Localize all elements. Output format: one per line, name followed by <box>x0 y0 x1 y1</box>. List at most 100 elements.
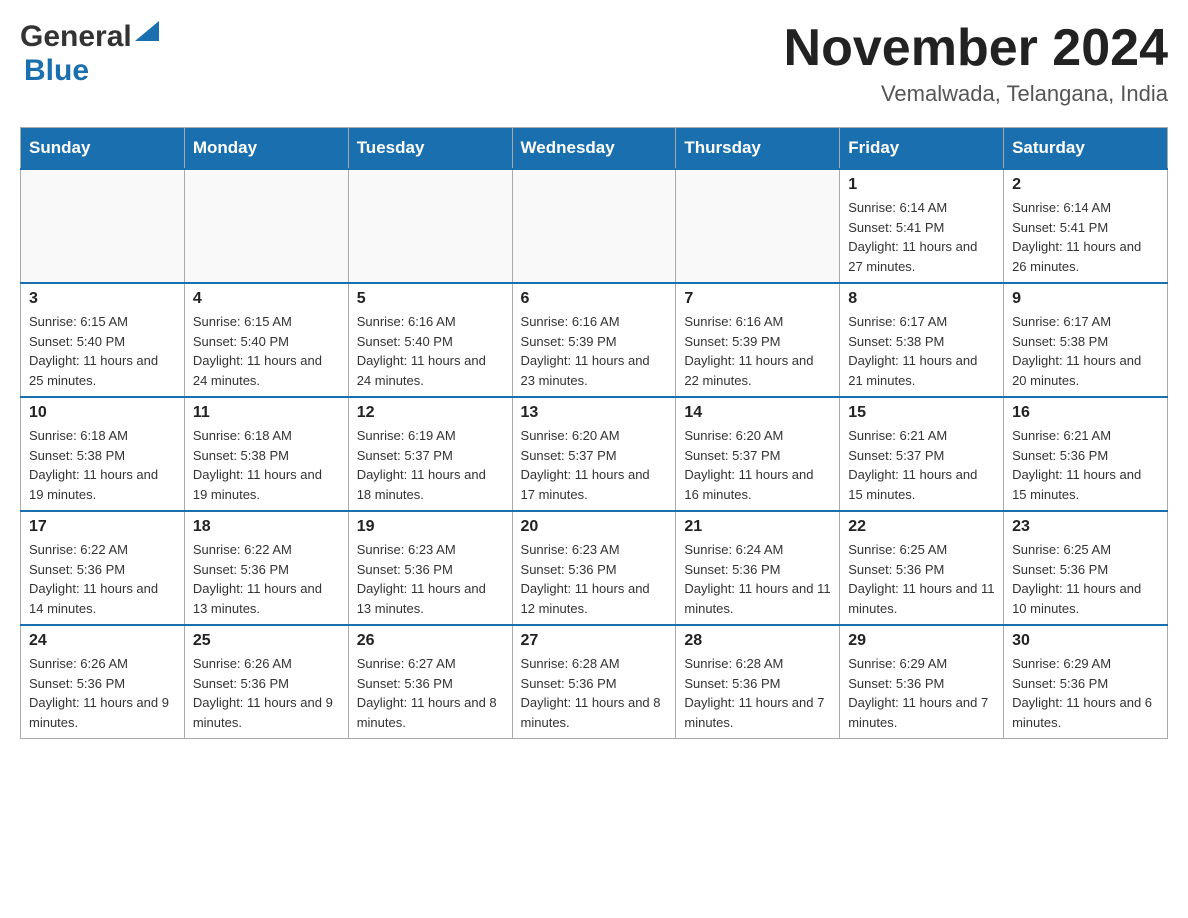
day-info: Sunrise: 6:18 AMSunset: 5:38 PMDaylight:… <box>29 426 176 504</box>
calendar-week-row: 24 Sunrise: 6:26 AMSunset: 5:36 PMDayligh… <box>21 625 1168 739</box>
day-info: Sunrise: 6:28 AMSunset: 5:36 PMDaylight:… <box>521 654 668 732</box>
day-info: Sunrise: 6:16 AMSunset: 5:39 PMDaylight:… <box>521 312 668 390</box>
day-info: Sunrise: 6:23 AMSunset: 5:36 PMDaylight:… <box>357 540 504 618</box>
day-info: Sunrise: 6:26 AMSunset: 5:36 PMDaylight:… <box>29 654 176 732</box>
title-block: November 2024 Vemalwada, Telangana, Indi… <box>784 20 1168 107</box>
day-number: 21 <box>684 518 831 536</box>
calendar-day-cell: 6Sunrise: 6:16 AMSunset: 5:39 PMDaylight… <box>512 283 676 397</box>
calendar-day-cell: 14Sunrise: 6:20 AMSunset: 5:37 PMDayligh… <box>676 397 840 511</box>
calendar-header-tuesday: Tuesday <box>348 128 512 170</box>
day-number: 5 <box>357 290 504 308</box>
calendar-day-cell: 19Sunrise: 6:23 AMSunset: 5:36 PMDayligh… <box>348 511 512 625</box>
page-header: General Blue November 2024 Vemalwada, Te… <box>20 20 1168 107</box>
day-info: Sunrise: 6:25 AMSunset: 5:36 PMDaylight:… <box>848 540 995 618</box>
calendar-day-cell: 23Sunrise: 6:25 AMSunset: 5:36 PMDayligh… <box>1004 511 1168 625</box>
day-info: Sunrise: 6:19 AMSunset: 5:37 PMDaylight:… <box>357 426 504 504</box>
calendar-day-cell: 4 Sunrise: 6:15 AMSunset: 5:40 PMDaylight… <box>184 283 348 397</box>
day-info: Sunrise: 6:14 AMSunset: 5:41 PMDaylight:… <box>848 198 995 276</box>
day-info: Sunrise: 6:22 AMSunset: 5:36 PMDaylight:… <box>29 540 176 618</box>
calendar-day-cell <box>348 169 512 283</box>
calendar-day-cell: 30 Sunrise: 6:29 AMSunset: 5:36 PMDayligh… <box>1004 625 1168 739</box>
calendar-day-cell: 12 Sunrise: 6:19 AMSunset: 5:37 PMDayligh… <box>348 397 512 511</box>
month-title: November 2024 <box>784 20 1168 77</box>
calendar-week-row: 1 Sunrise: 6:14 AMSunset: 5:41 PMDaylight… <box>21 169 1168 283</box>
calendar-day-cell <box>21 169 185 283</box>
location-text: Vemalwada, Telangana, India <box>784 81 1168 107</box>
calendar-day-cell: 27 Sunrise: 6:28 AMSunset: 5:36 PMDayligh… <box>512 625 676 739</box>
day-info: Sunrise: 6:22 AMSunset: 5:36 PMDaylight:… <box>193 540 340 618</box>
day-info: Sunrise: 6:16 AMSunset: 5:40 PMDaylight:… <box>357 312 504 390</box>
day-number: 30 <box>1012 632 1159 650</box>
calendar-day-cell: 28 Sunrise: 6:28 AMSunset: 5:36 PMDayligh… <box>676 625 840 739</box>
day-number: 27 <box>521 632 668 650</box>
day-number: 4 <box>193 290 340 308</box>
day-number: 16 <box>1012 404 1159 422</box>
day-number: 11 <box>193 404 340 422</box>
calendar-day-cell: 25Sunrise: 6:26 AMSunset: 5:36 PMDayligh… <box>184 625 348 739</box>
day-number: 18 <box>193 518 340 536</box>
day-info: Sunrise: 6:21 AMSunset: 5:36 PMDaylight:… <box>1012 426 1159 504</box>
calendar-day-cell: 10 Sunrise: 6:18 AMSunset: 5:38 PMDayligh… <box>21 397 185 511</box>
day-number: 7 <box>684 290 831 308</box>
day-number: 17 <box>29 518 176 536</box>
calendar-week-row: 17 Sunrise: 6:22 AMSunset: 5:36 PMDayligh… <box>21 511 1168 625</box>
calendar-week-row: 10 Sunrise: 6:18 AMSunset: 5:38 PMDayligh… <box>21 397 1168 511</box>
day-number: 10 <box>29 404 176 422</box>
day-number: 14 <box>684 404 831 422</box>
calendar-day-cell: 1 Sunrise: 6:14 AMSunset: 5:41 PMDaylight… <box>840 169 1004 283</box>
day-info: Sunrise: 6:28 AMSunset: 5:36 PMDaylight:… <box>684 654 831 732</box>
day-number: 25 <box>193 632 340 650</box>
calendar-header-row: SundayMondayTuesdayWednesdayThursdayFrid… <box>21 128 1168 170</box>
calendar-day-cell: 8 Sunrise: 6:17 AMSunset: 5:38 PMDaylight… <box>840 283 1004 397</box>
calendar-header-wednesday: Wednesday <box>512 128 676 170</box>
day-number: 20 <box>521 518 668 536</box>
day-info: Sunrise: 6:17 AMSunset: 5:38 PMDaylight:… <box>848 312 995 390</box>
day-info: Sunrise: 6:20 AMSunset: 5:37 PMDaylight:… <box>521 426 668 504</box>
calendar-day-cell <box>676 169 840 283</box>
calendar-day-cell: 17 Sunrise: 6:22 AMSunset: 5:36 PMDayligh… <box>21 511 185 625</box>
day-number: 12 <box>357 404 504 422</box>
day-number: 26 <box>357 632 504 650</box>
calendar-header-thursday: Thursday <box>676 128 840 170</box>
calendar-day-cell: 26Sunrise: 6:27 AMSunset: 5:36 PMDayligh… <box>348 625 512 739</box>
calendar-header-saturday: Saturday <box>1004 128 1168 170</box>
logo-blue-text: Blue <box>24 54 89 88</box>
day-info: Sunrise: 6:25 AMSunset: 5:36 PMDaylight:… <box>1012 540 1159 618</box>
calendar-header-friday: Friday <box>840 128 1004 170</box>
day-number: 13 <box>521 404 668 422</box>
calendar-header-sunday: Sunday <box>21 128 185 170</box>
day-info: Sunrise: 6:18 AMSunset: 5:38 PMDaylight:… <box>193 426 340 504</box>
day-number: 2 <box>1012 176 1159 194</box>
day-info: Sunrise: 6:21 AMSunset: 5:37 PMDaylight:… <box>848 426 995 504</box>
calendar-day-cell: 2Sunrise: 6:14 AMSunset: 5:41 PMDaylight… <box>1004 169 1168 283</box>
calendar-day-cell: 29Sunrise: 6:29 AMSunset: 5:36 PMDayligh… <box>840 625 1004 739</box>
calendar-table: SundayMondayTuesdayWednesdayThursdayFrid… <box>20 127 1168 739</box>
calendar-day-cell: 16 Sunrise: 6:21 AMSunset: 5:36 PMDayligh… <box>1004 397 1168 511</box>
calendar-day-cell <box>184 169 348 283</box>
calendar-day-cell: 13 Sunrise: 6:20 AMSunset: 5:37 PMDayligh… <box>512 397 676 511</box>
calendar-day-cell: 9Sunrise: 6:17 AMSunset: 5:38 PMDaylight… <box>1004 283 1168 397</box>
day-number: 8 <box>848 290 995 308</box>
day-number: 24 <box>29 632 176 650</box>
calendar-day-cell <box>512 169 676 283</box>
day-number: 15 <box>848 404 995 422</box>
calendar-week-row: 3 Sunrise: 6:15 AMSunset: 5:40 PMDaylight… <box>21 283 1168 397</box>
calendar-day-cell: 22Sunrise: 6:25 AMSunset: 5:36 PMDayligh… <box>840 511 1004 625</box>
calendar-day-cell: 7Sunrise: 6:16 AMSunset: 5:39 PMDaylight… <box>676 283 840 397</box>
calendar-header-monday: Monday <box>184 128 348 170</box>
day-info: Sunrise: 6:29 AMSunset: 5:36 PMDaylight:… <box>848 654 995 732</box>
logo: General Blue <box>20 20 159 88</box>
day-info: Sunrise: 6:24 AMSunset: 5:36 PMDaylight:… <box>684 540 831 618</box>
day-info: Sunrise: 6:29 AMSunset: 5:36 PMDaylight:… <box>1012 654 1159 732</box>
day-number: 3 <box>29 290 176 308</box>
calendar-day-cell: 21 Sunrise: 6:24 AMSunset: 5:36 PMDayligh… <box>676 511 840 625</box>
day-info: Sunrise: 6:15 AMSunset: 5:40 PMDaylight:… <box>193 312 340 390</box>
logo-general-text: General <box>20 20 132 54</box>
day-number: 28 <box>684 632 831 650</box>
calendar-day-cell: 3 Sunrise: 6:15 AMSunset: 5:40 PMDaylight… <box>21 283 185 397</box>
day-info: Sunrise: 6:15 AMSunset: 5:40 PMDaylight:… <box>29 312 176 390</box>
day-number: 1 <box>848 176 995 194</box>
calendar-day-cell: 11 Sunrise: 6:18 AMSunset: 5:38 PMDayligh… <box>184 397 348 511</box>
calendar-day-cell: 15 Sunrise: 6:21 AMSunset: 5:37 PMDayligh… <box>840 397 1004 511</box>
logo-arrow-icon <box>135 21 159 46</box>
